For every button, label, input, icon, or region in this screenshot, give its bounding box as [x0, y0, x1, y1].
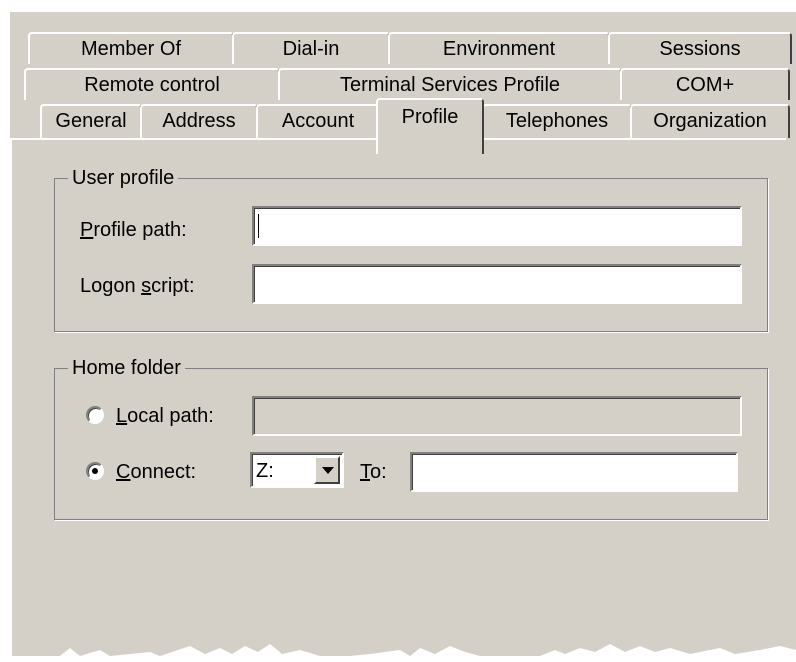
- profile-path-label: Profile path:: [80, 218, 187, 242]
- radio-selected-dot: [92, 468, 98, 474]
- to-mnemonic: T: [360, 461, 370, 483]
- tab-com-plus[interactable]: COM+: [620, 68, 790, 100]
- tab-member-of[interactable]: Member Of: [28, 32, 234, 64]
- drive-letter-dropdown[interactable]: Z:: [250, 452, 344, 488]
- dropdown-button[interactable]: [314, 456, 340, 484]
- text-caret: [258, 214, 259, 238]
- logon-script-mnemonic: s: [141, 275, 152, 297]
- tab-dial-in[interactable]: Dial-in: [232, 32, 390, 64]
- logon-script-label: Logon script:: [80, 274, 195, 298]
- logon-script-input[interactable]: [252, 264, 742, 304]
- to-label-text: o:: [370, 461, 387, 483]
- home-folder-legend: Home folder: [68, 356, 185, 380]
- chevron-down-icon: [322, 467, 334, 474]
- home-folder-group: Home folder Local path: Connect: Z: To:: [54, 356, 768, 520]
- tab-telephones[interactable]: Telephones: [482, 104, 632, 138]
- tab-sessions[interactable]: Sessions: [608, 32, 792, 64]
- local-path-label-text: ocal path:: [127, 405, 214, 427]
- user-profile-group: User profile Profile path: Logon script:: [54, 166, 768, 332]
- tab-terminal-services-profile[interactable]: Terminal Services Profile: [278, 68, 622, 100]
- profile-path-input[interactable]: [252, 206, 742, 246]
- tab-account[interactable]: Account: [256, 104, 380, 138]
- local-path-input[interactable]: [252, 396, 742, 436]
- profile-path-label-text: rofile path:: [93, 219, 187, 241]
- tab-profile[interactable]: Profile: [376, 98, 484, 154]
- drive-letter-value: Z:: [256, 460, 274, 482]
- local-path-mnemonic: L: [116, 405, 128, 427]
- torn-edge: [0, 644, 796, 662]
- connect-label-text: onnect:: [130, 461, 197, 483]
- user-profile-legend: User profile: [68, 166, 179, 190]
- local-path-label[interactable]: Local path:: [116, 404, 214, 428]
- local-path-radio[interactable]: [86, 406, 104, 424]
- connect-radio[interactable]: [86, 462, 104, 480]
- connect-label[interactable]: Connect:: [116, 460, 196, 484]
- profile-tab-page: User profile Profile path: Logon script:…: [10, 138, 786, 662]
- tab-general[interactable]: General: [40, 104, 142, 138]
- home-folder-to-input[interactable]: [410, 452, 738, 492]
- connect-mnemonic: C: [116, 461, 131, 483]
- logon-script-label-text: cript:: [151, 275, 195, 297]
- tab-environment[interactable]: Environment: [388, 32, 610, 64]
- tab-address[interactable]: Address: [140, 104, 258, 138]
- to-label: To:: [360, 460, 387, 484]
- logon-script-label-prefix: Logon: [80, 275, 142, 297]
- profile-path-mnemonic: P: [80, 219, 94, 241]
- tab-organization[interactable]: Organization: [630, 104, 790, 138]
- tab-remote-control[interactable]: Remote control: [24, 68, 280, 100]
